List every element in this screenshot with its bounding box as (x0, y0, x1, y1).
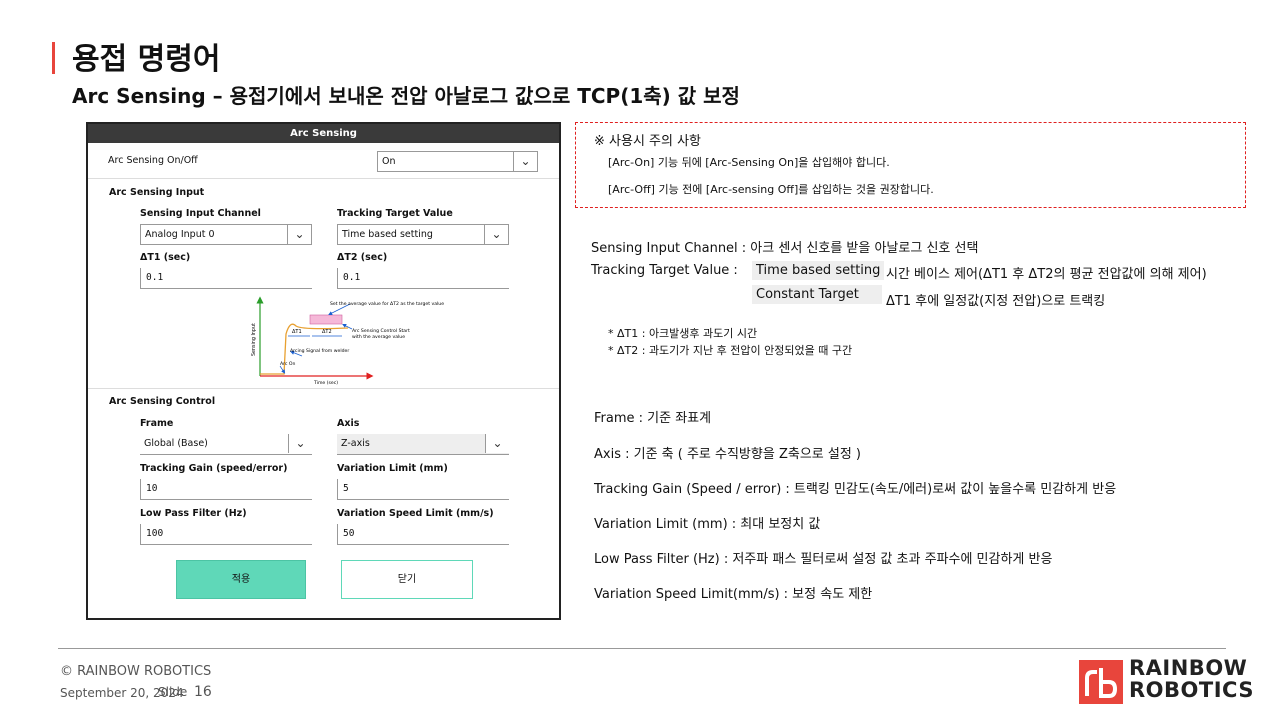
notice-line-1: [Arc-On] 기능 뒤에 [Arc-Sensing On]을 삽입해야 합니… (608, 156, 890, 169)
slide-number: 16 (194, 684, 212, 700)
caution-notice: ※ 사용시 주의 사항 [Arc-On] 기능 뒤에 [Arc-Sensing … (575, 122, 1246, 208)
chevron-down-icon: ⌄ (513, 152, 537, 171)
diagram-top-note: Set the average value for ΔT2 as the tar… (330, 301, 444, 307)
divider (88, 388, 559, 389)
title-accent-bar (52, 42, 55, 74)
axis-value: Z-axis (341, 438, 370, 449)
apply-button[interactable]: 적용 (176, 560, 306, 599)
arc-sensing-dialog: Arc Sensing Arc Sensing On/Off On ⌄ Arc … (86, 122, 561, 620)
diagram-control-start-2: with the average value (352, 334, 405, 340)
target-option-constant-desc: ΔT1 후에 일정값(지정 전압)으로 트랙킹 (886, 294, 1106, 309)
close-button[interactable]: 닫기 (341, 560, 473, 599)
on-off-value: On (382, 156, 396, 167)
diagram-t1: ΔT1 (292, 329, 302, 335)
logo-line-2: ROBOTICS (1129, 678, 1254, 702)
diagram-t2: ΔT2 (322, 329, 332, 335)
page-subtitle: Arc Sensing – 용접기에서 보내온 전압 아날로그 값으로 TCP(… (72, 84, 740, 108)
frame-label: Frame (140, 418, 174, 429)
desc-gain: Tracking Gain (Speed / error) : 트랙킹 민감도(… (594, 482, 1117, 497)
notice-line-2: [Arc-Off] 기능 전에 [Arc-sensing Off]를 삽입하는 … (608, 183, 934, 196)
t2-window (309, 314, 343, 325)
gain-input[interactable]: 10 (140, 479, 312, 500)
channel-value: Analog Input 0 (145, 229, 215, 240)
note-t1: * ΔT1 : 아크발생후 과도기 시간 (608, 327, 758, 340)
diagram-ylabel: Sensing Input (251, 323, 257, 356)
target-option-time: Time based setting (752, 261, 885, 280)
desc-target-label: Tracking Target Value : (591, 263, 738, 278)
on-off-label: Arc Sensing On/Off (108, 155, 198, 166)
target-value: Time based setting (342, 229, 433, 240)
chevron-down-icon: ⌄ (287, 225, 311, 244)
axis-select[interactable]: Z-axis ⌄ (337, 434, 509, 455)
desc-frame: Frame : 기준 좌표계 (594, 411, 712, 426)
t2-label: ΔT2 (sec) (337, 252, 388, 263)
gain-label: Tracking Gain (speed/error) (140, 463, 288, 474)
varlimit-input[interactable]: 5 (337, 479, 509, 500)
channel-label: Sensing Input Channel (140, 208, 261, 219)
divider (88, 178, 559, 179)
target-option-constant: Constant Target (752, 285, 882, 304)
varlimit-label: Variation Limit (mm) (337, 463, 448, 474)
desc-axis: Axis : 기준 축 ( 주로 수직방향을 Z축으로 설정 ) (594, 447, 861, 462)
notice-title: ※ 사용시 주의 사항 (594, 134, 702, 149)
target-label: Tracking Target Value (337, 208, 453, 219)
arc-sensing-diagram: Set the average value for ΔT2 as the tar… (251, 296, 444, 386)
input-section-title: Arc Sensing Input (109, 187, 205, 198)
desc-channel: Sensing Input Channel : 아크 센서 신호를 받을 아날로… (591, 241, 979, 256)
diagram-control-start-1: Arc Sensing Control Start (352, 328, 410, 334)
chevron-down-icon: ⌄ (485, 434, 509, 453)
frame-select[interactable]: Global (Base) ⌄ (140, 434, 312, 455)
target-option-time-desc: 시간 베이스 제어(ΔT1 후 ΔT2의 평균 전압값에 의해 제어) (886, 267, 1207, 282)
rainbow-logo-icon (1079, 660, 1123, 704)
diagram-arcing-signal: Arcing Signal from welder (290, 348, 349, 354)
footer-divider (58, 648, 1226, 649)
target-select[interactable]: Time based setting ⌄ (337, 224, 509, 245)
frame-value: Global (Base) (144, 438, 208, 449)
t1-input[interactable]: 0.1 (140, 268, 312, 289)
varspeed-input[interactable]: 50 (337, 524, 509, 545)
copyright: © RAINBOW ROBOTICS (60, 664, 212, 679)
varspeed-label: Variation Speed Limit (mm/s) (337, 508, 494, 519)
t2-input[interactable]: 0.1 (337, 268, 509, 289)
channel-select[interactable]: Analog Input 0 ⌄ (140, 224, 312, 245)
slide-label: Slide (158, 685, 188, 699)
on-off-select[interactable]: On ⌄ (377, 151, 538, 172)
lpf-input[interactable]: 100 (140, 524, 312, 545)
page-title: 용접 명령어 (72, 42, 221, 77)
note-t2: * ΔT2 : 과도기가 지난 후 전압이 안정되었을 때 구간 (608, 344, 853, 357)
diagram-xlabel: Time (sec) (313, 380, 338, 386)
dialog-title: Arc Sensing (88, 124, 559, 143)
company-logo-text: RAINBOW ROBOTICS (1129, 657, 1254, 701)
chevron-down-icon: ⌄ (484, 225, 508, 244)
desc-lpf: Low Pass Filter (Hz) : 저주파 패스 필터로써 설정 값 … (594, 552, 1053, 567)
axis-label: Axis (337, 418, 360, 429)
control-section-title: Arc Sensing Control (109, 396, 216, 407)
logo-line-1: RAINBOW (1129, 656, 1248, 680)
diagram-arc-on: Arc On (280, 361, 296, 367)
desc-varspeed: Variation Speed Limit(mm/s) : 보정 속도 제한 (594, 587, 873, 602)
chevron-down-icon: ⌄ (288, 434, 312, 453)
lpf-label: Low Pass Filter (Hz) (140, 508, 247, 519)
t1-label: ΔT1 (sec) (140, 252, 191, 263)
desc-varlimit: Variation Limit (mm) : 최대 보정치 값 (594, 517, 821, 532)
